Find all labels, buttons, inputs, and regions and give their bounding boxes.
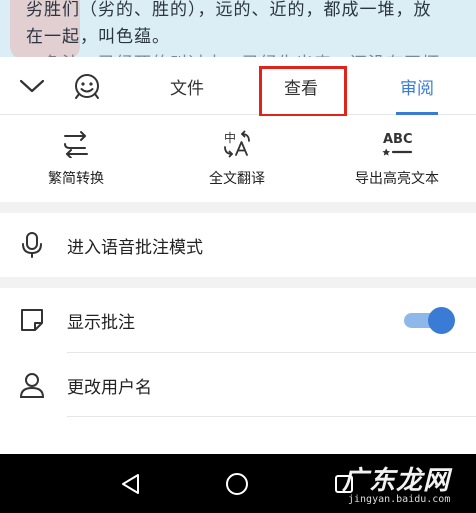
convert-arrows-icon (11, 128, 141, 160)
tool-label: 导出高亮文本 (355, 171, 439, 187)
abc-highlight-icon: ABC (332, 128, 462, 160)
screen: 劣胜们（劣的、胜的），远的、近的，都成一堆，放 在一起，叫色蕴。 色法，已经死的… (0, 0, 476, 513)
chevron-down-icon[interactable] (17, 71, 47, 101)
row-label: 进入语音批注模式 (67, 238, 203, 258)
show-comments-item[interactable]: 显示批注 (0, 288, 476, 352)
active-tab-indicator (396, 112, 438, 115)
document-text-line: 在一起，叫色蕴。 (26, 27, 170, 47)
row-label: 更改用户名 (67, 378, 152, 398)
toggle-knob (428, 307, 455, 334)
voice-comment-mode-item[interactable]: 进入语音批注模式 (0, 213, 476, 277)
section-gap (0, 202, 476, 213)
tool-label: 全文翻译 (209, 171, 265, 187)
review-tools: 繁简转换 中 全文翻译 ABC 导出高亮文本 (0, 116, 476, 202)
tab-file[interactable]: 文件 (170, 74, 204, 99)
tool-label: 繁简转换 (48, 171, 104, 187)
document-text-line: 劣胜们（劣的、胜的），远的、近的，都成一堆，放 (26, 0, 432, 20)
home-circle-icon[interactable] (223, 470, 251, 498)
export-highlight-button[interactable]: ABC 导出高亮文本 (332, 128, 462, 188)
document-preview[interactable]: 劣胜们（劣的、胜的），远的、近的，都成一堆，放 在一起，叫色蕴。 色法，已经死的… (0, 0, 476, 60)
note-icon (18, 306, 46, 334)
smiley-icon[interactable] (72, 71, 102, 101)
toolbar-tabs: 文件 查看 审阅 (0, 57, 476, 115)
tab-review[interactable]: 审阅 (400, 74, 434, 99)
svg-text:ABC: ABC (383, 132, 413, 147)
change-username-item[interactable]: 更改用户名 (0, 353, 476, 417)
convert-chinese-button[interactable]: 繁简转换 (11, 128, 141, 188)
user-icon (18, 371, 46, 399)
translate-document-button[interactable]: 中 全文翻译 (172, 128, 302, 188)
section-gap (0, 277, 476, 288)
microphone-icon (18, 231, 46, 259)
svg-text:中: 中 (224, 130, 236, 145)
watermark: 广东龙网 jingyan.baidu.com (342, 456, 462, 511)
empty-area (0, 417, 476, 454)
row-label: 显示批注 (67, 313, 135, 333)
show-comments-toggle[interactable] (404, 307, 456, 334)
translate-icon: 中 (172, 128, 302, 160)
view-tab-highlight-box (259, 66, 347, 117)
watermark-url-text: jingyan.baidu.com (348, 494, 451, 505)
back-triangle-icon[interactable] (117, 470, 145, 498)
watermark-main-text: 广东龙网 (342, 466, 451, 496)
